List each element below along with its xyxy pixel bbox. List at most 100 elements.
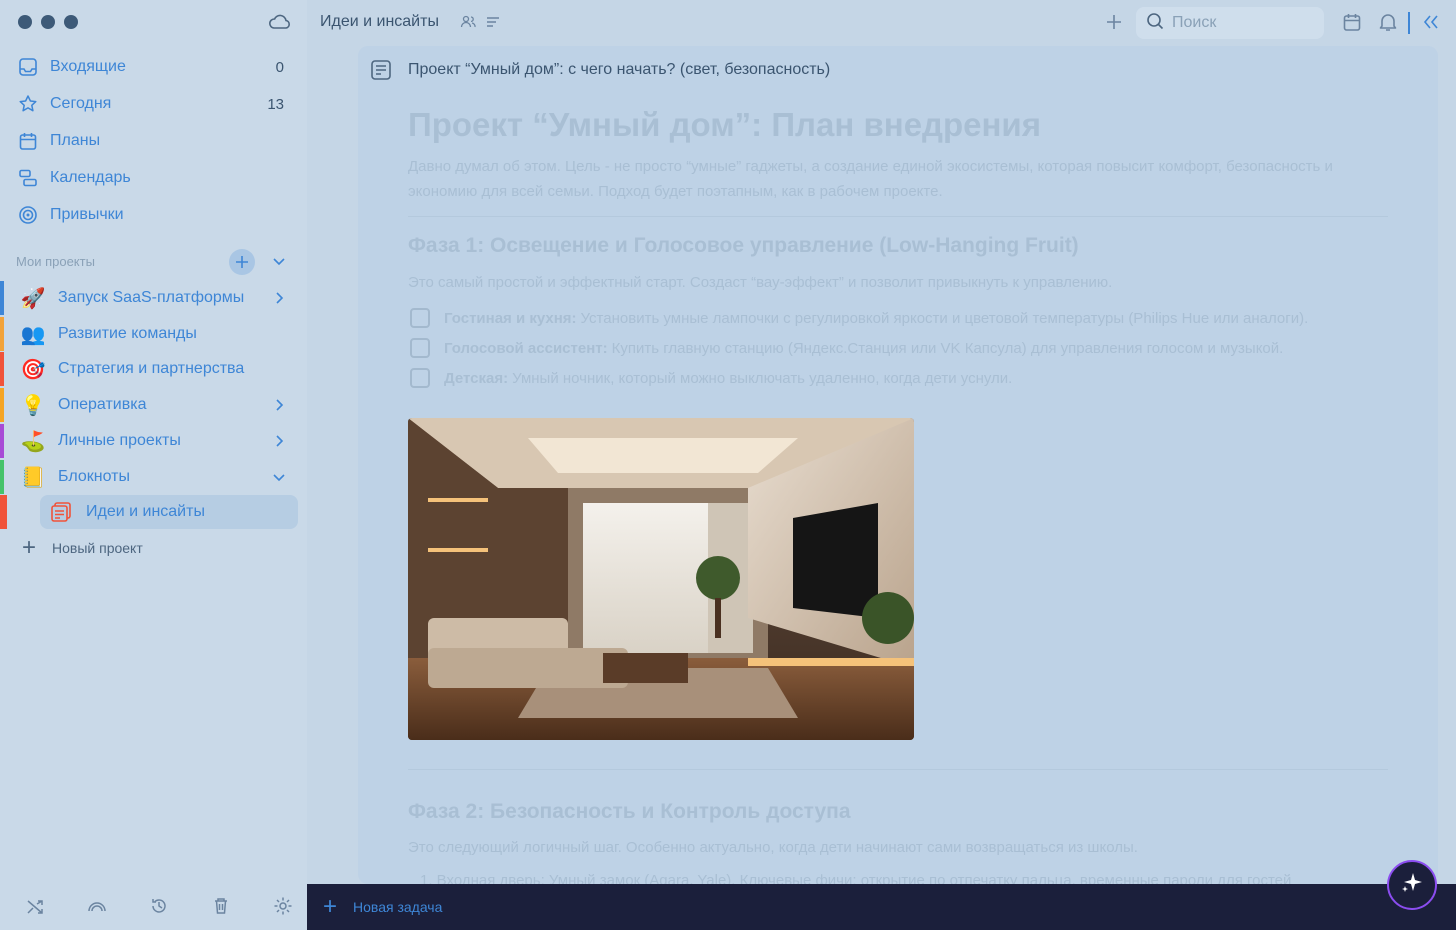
nav-label: Календарь bbox=[50, 169, 131, 186]
project-color-bar bbox=[0, 460, 4, 494]
nav-count: 0 bbox=[275, 58, 284, 76]
note-card: Проект “Умный дом”: с чего начать? (свет… bbox=[358, 46, 1438, 884]
window-controls bbox=[18, 15, 78, 29]
notes-icon bbox=[50, 501, 72, 523]
task-text: Установить умные лампочки с регулировкой… bbox=[580, 309, 1309, 327]
sidebar-toolbar bbox=[24, 895, 294, 917]
task-checkbox[interactable] bbox=[410, 338, 430, 358]
new-task-label: Новая задача bbox=[353, 899, 443, 915]
lightbulb-icon: 💡 bbox=[20, 394, 46, 417]
note-icon bbox=[370, 59, 392, 81]
sub-project-ideas[interactable]: Идеи и инсайты bbox=[40, 495, 298, 529]
calendar-icon bbox=[18, 131, 38, 151]
project-notebooks[interactable]: 📒 Блокноты bbox=[0, 460, 300, 494]
nav-label: Сегодня bbox=[50, 95, 112, 112]
document-intro: Давно думал об этом. Цель - не просто “у… bbox=[408, 158, 1333, 200]
nav-inbox[interactable]: Входящие 0 bbox=[18, 52, 288, 82]
project-label: Оперативка bbox=[58, 396, 147, 413]
bell-icon[interactable] bbox=[1378, 12, 1398, 32]
search-icon bbox=[1146, 12, 1164, 35]
nav-calendar[interactable]: Календарь bbox=[18, 163, 288, 193]
project-saas-launch[interactable]: 🚀 Запуск SaaS-платформы bbox=[0, 281, 300, 315]
ai-assistant-button[interactable] bbox=[1387, 860, 1437, 910]
calendar-icon[interactable] bbox=[1342, 12, 1362, 32]
shuffle-icon[interactable] bbox=[24, 895, 46, 917]
list-item: 1. Входная дверь: Умный замок (Aqara, Ya… bbox=[420, 872, 1292, 884]
collapse-panel-icon[interactable] bbox=[1421, 12, 1441, 32]
divider bbox=[408, 216, 1388, 217]
task-item: Гостиная и кухня: Установить умные лампо… bbox=[410, 308, 1308, 328]
chevron-right-icon[interactable] bbox=[272, 398, 286, 412]
settings-gear-icon[interactable] bbox=[272, 895, 294, 917]
project-strategy[interactable]: 🎯 Стратегия и партнерства bbox=[0, 352, 300, 386]
document-title: Проект “Умный дом”: План внедрения bbox=[408, 106, 1041, 143]
project-color-bar bbox=[0, 317, 4, 351]
nav-plans[interactable]: Планы bbox=[18, 126, 288, 156]
task-bold-label: Гостиная и кухня: bbox=[444, 309, 577, 327]
project-label: Блокноты bbox=[58, 468, 130, 485]
task-checkbox[interactable] bbox=[410, 368, 430, 388]
minimize-window-button[interactable] bbox=[41, 15, 55, 29]
project-operations[interactable]: 💡 Оперативка bbox=[0, 388, 300, 422]
projects-section-label: Мои проекты bbox=[16, 254, 95, 269]
note-header-title: Проект “Умный дом”: с чего начать? (свет… bbox=[408, 61, 831, 78]
topbar: Идеи и инсайты bbox=[307, 0, 1456, 46]
sort-icon[interactable] bbox=[483, 12, 503, 32]
target-dart-icon: 🎯 bbox=[20, 358, 46, 381]
task-text: Умный ночник, который можно выключать уд… bbox=[512, 369, 1013, 387]
chevron-down-icon[interactable] bbox=[272, 470, 286, 484]
chevron-right-icon[interactable] bbox=[272, 291, 286, 305]
note-header[interactable]: Проект “Умный дом”: с чего начать? (свет… bbox=[370, 59, 830, 81]
new-task-bar[interactable]: + Новая задача bbox=[307, 884, 1456, 930]
sidebar: Входящие 0 Сегодня 13 Планы Календарь Пр… bbox=[0, 0, 307, 930]
add-icon[interactable] bbox=[1104, 12, 1124, 32]
nav-today[interactable]: Сегодня 13 bbox=[18, 89, 288, 119]
active-project-color-bar bbox=[0, 495, 7, 529]
living-room-photo bbox=[408, 418, 914, 740]
phase-2-title: Фаза 2: Безопасность и Контроль доступа bbox=[408, 800, 851, 823]
task-bold-label: Детская: bbox=[444, 369, 509, 387]
task-bold-label: Голосовой ассистент: bbox=[444, 339, 608, 357]
new-project-button[interactable]: + Новый проект bbox=[22, 536, 143, 560]
nav-label: Планы bbox=[50, 132, 101, 149]
sub-project-label: Идеи и инсайты bbox=[86, 503, 205, 520]
share-users-icon[interactable] bbox=[458, 12, 478, 32]
project-personal[interactable]: ⛳ Личные проекты bbox=[0, 424, 300, 458]
nav-label: Привычки bbox=[50, 206, 124, 223]
project-label: Запуск SaaS-платформы bbox=[58, 289, 245, 306]
search-input[interactable] bbox=[1172, 14, 1312, 32]
plus-icon: + bbox=[323, 893, 338, 920]
search-box[interactable] bbox=[1136, 7, 1324, 39]
project-color-bar bbox=[0, 281, 4, 315]
page-title: Идеи и инсайты bbox=[320, 13, 439, 30]
task-text: Купить главную станцию (Яндекс.Станция и… bbox=[611, 339, 1284, 357]
maximize-window-button[interactable] bbox=[64, 15, 78, 29]
project-label: Личные проекты bbox=[58, 432, 181, 449]
project-color-bar bbox=[0, 424, 4, 458]
close-window-button[interactable] bbox=[18, 15, 32, 29]
task-item: Детская: Умный ночник, который можно вык… bbox=[410, 368, 1012, 388]
divider bbox=[408, 769, 1388, 770]
chevron-right-icon[interactable] bbox=[272, 434, 286, 448]
cloud-sync-icon[interactable] bbox=[268, 12, 292, 32]
new-project-label: Новый проект bbox=[52, 540, 143, 556]
target-icon bbox=[18, 205, 38, 225]
project-color-bar bbox=[0, 388, 4, 422]
phase-1-title: Фаза 1: Освещение и Голосовое управление… bbox=[408, 234, 1079, 257]
phase-2-description: Это следующий логичный шаг. Особенно акт… bbox=[408, 839, 1138, 856]
task-checkbox[interactable] bbox=[410, 308, 430, 328]
nav-label: Входящие bbox=[50, 58, 126, 75]
people-icon: 👥 bbox=[20, 323, 46, 346]
trash-icon[interactable] bbox=[210, 895, 232, 917]
add-project-button[interactable] bbox=[229, 249, 255, 275]
project-color-bar bbox=[0, 352, 4, 386]
project-team-development[interactable]: 👥 Развитие команды bbox=[0, 317, 300, 351]
rocket-icon: 🚀 bbox=[20, 287, 46, 310]
rainbow-icon[interactable] bbox=[86, 895, 108, 917]
history-icon[interactable] bbox=[148, 895, 170, 917]
collapse-projects-chevron-icon[interactable] bbox=[270, 252, 288, 270]
task-item: Голосовой ассистент: Купить главную стан… bbox=[410, 338, 1283, 358]
nav-habits[interactable]: Привычки bbox=[18, 200, 288, 230]
notebook-icon: 📒 bbox=[20, 466, 46, 489]
divider bbox=[1408, 12, 1410, 34]
